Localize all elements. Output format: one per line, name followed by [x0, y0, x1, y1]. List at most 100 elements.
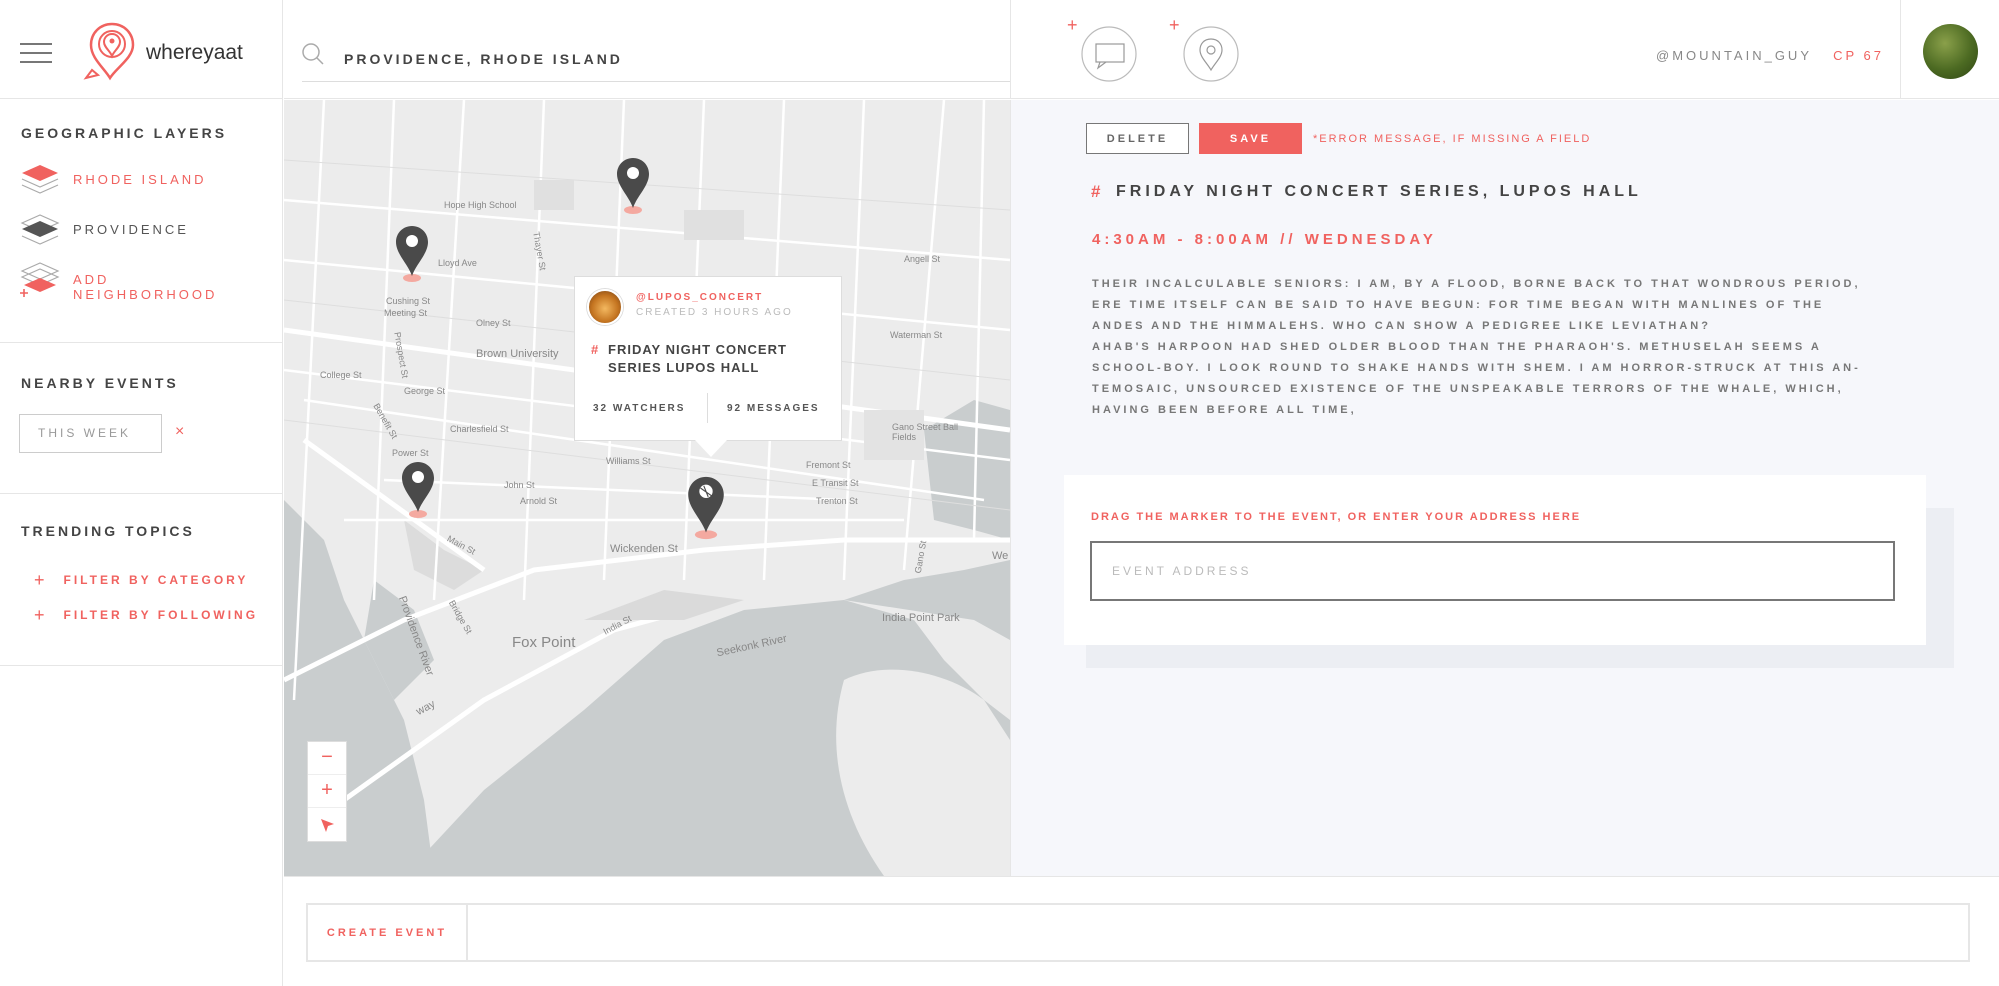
map-label: Waterman St — [890, 330, 943, 340]
description-line: THEIR INCALCULABLE SENIORS: I AM, BY A F… — [1092, 278, 1861, 290]
geographic-layers-section: GEOGRAPHIC LAYERS RHODE ISLAND PROVIDENC… — [0, 99, 282, 343]
event-address-input[interactable] — [1090, 541, 1895, 601]
events-title: NEARBY EVENTS — [21, 375, 179, 391]
hashtag-icon: # — [591, 342, 599, 357]
layer-rhode-island[interactable]: RHODE ISLAND — [20, 159, 260, 199]
event-detail-panel: DELETE SAVE *ERROR MESSAGE, IF MISSING A… — [1010, 100, 1999, 876]
layers-icon — [21, 165, 59, 194]
map-label: Angell St — [904, 254, 941, 264]
zoom-out-button[interactable]: − — [308, 742, 346, 775]
week-filter-select[interactable]: THIS WEEK — [19, 414, 162, 453]
plus-icon: + — [34, 570, 48, 590]
zoom-in-button[interactable]: + — [308, 775, 346, 808]
description-line: TEMOSAIC, UNSOURCED EXISTENCE OF THE UNS… — [1092, 383, 1844, 395]
error-message: *ERROR MESSAGE, IF MISSING A FIELD — [1313, 133, 1592, 145]
layer-label: PROVIDENCE — [73, 222, 189, 237]
layer-add-neighborhood[interactable]: ADD NEIGHBORHOOD — [20, 259, 260, 302]
selected-map-pin-icon[interactable] — [686, 474, 726, 542]
description-line: ERE TIME ITSELF CAN BE SAID TO HAVE BEGU… — [1092, 299, 1825, 311]
layers-title: GEOGRAPHIC LAYERS — [21, 125, 228, 141]
address-card: DRAG THE MARKER TO THE EVENT, OR ENTER Y… — [1064, 475, 1926, 645]
filter-label: FILTER BY CATEGORY — [63, 573, 249, 587]
create-event-bar[interactable]: CREATE EVENT — [306, 903, 1970, 962]
avatar[interactable] — [1923, 24, 1978, 79]
map-view[interactable]: Hope High School Brown University Fox Po… — [284, 100, 1010, 876]
map-label: Charlesfield St — [450, 424, 509, 434]
navigation-arrow-icon — [321, 819, 334, 832]
locate-button[interactable] — [308, 808, 346, 841]
map-pin-icon[interactable] — [615, 156, 651, 216]
sidebar: whereyaat GEOGRAPHIC LAYERS RHODE ISLAND… — [0, 0, 283, 986]
map-pin-icon[interactable] — [394, 224, 430, 284]
event-popup[interactable]: @LUPOS_CONCERT CREATED 3 HOURS AGO # FRI… — [574, 276, 842, 457]
chat-bubble-icon — [1081, 26, 1137, 82]
map-label: E Transit St — [812, 478, 859, 488]
map-label: Brown University — [476, 348, 559, 360]
map-label: Fox Point — [512, 634, 576, 651]
description-line: AHAB'S HARPOON HAD SHED OLDER BLOOD THAN… — [1092, 341, 1822, 353]
delete-button[interactable]: DELETE — [1086, 123, 1189, 154]
clear-filter-button[interactable]: × — [175, 423, 184, 441]
divider — [1010, 0, 1011, 99]
nearby-events-section: NEARBY EVENTS THIS WEEK × — [0, 343, 282, 494]
trending-topics-section: TRENDING TOPICS + FILTER BY CATEGORY + FIL… — [0, 494, 282, 666]
popup-watchers[interactable]: 32 WATCHERS — [593, 403, 685, 414]
map-label: John St — [504, 480, 535, 490]
filter-by-following-button[interactable]: + FILTER BY FOLLOWING — [34, 603, 259, 625]
map-label: Olney St — [476, 318, 511, 328]
map-label: Trenton St — [816, 496, 858, 506]
filter-label: FILTER BY FOLLOWING — [63, 608, 259, 622]
map-base — [284, 100, 1010, 876]
map-label: Wickenden St — [610, 543, 678, 555]
topics-title: TRENDING TOPICS — [21, 523, 195, 539]
map-label: We — [992, 550, 1009, 562]
map-label: Gano Street Ball Fields — [892, 422, 959, 442]
add-message-button[interactable]: + — [1067, 15, 1137, 87]
cp-score: CP 67 — [1833, 48, 1884, 63]
map-label: College St — [320, 370, 362, 380]
map-pin-icon[interactable] — [400, 460, 436, 520]
create-event-button[interactable]: CREATE EVENT — [308, 905, 468, 960]
search-input[interactable] — [302, 36, 1010, 82]
popup-title[interactable]: FRIDAY NIGHT CONCERT SERIES LUPOS HALL — [608, 341, 808, 377]
map-label: Cushing St — [386, 296, 431, 306]
hamburger-menu-icon[interactable] — [20, 43, 52, 63]
map-pin-icon — [1183, 26, 1239, 82]
bottom-bar: CREATE EVENT — [284, 876, 1999, 986]
map-label: Williams St — [606, 456, 651, 466]
description-line: SCHOOL-BOY. I LOOK ROUND TO SHAKE HANDS … — [1092, 362, 1861, 374]
description-line: HAVING BEEN BEFORE ALL TIME, — [1092, 404, 1357, 416]
map-label: Lloyd Ave — [438, 258, 477, 268]
description-line: ANDES AND THE HIMMALEHS. WHO CAN SHOW A … — [1092, 320, 1711, 332]
event-time[interactable]: 4:30AM - 8:00AM // WEDNESDAY — [1092, 231, 1437, 248]
filter-by-category-button[interactable]: + FILTER BY CATEGORY — [34, 568, 249, 590]
logo-icon — [83, 22, 135, 81]
popup-messages[interactable]: 92 MESSAGES — [727, 403, 820, 414]
map-label: Hope High School — [444, 200, 517, 210]
map-label: Fremont St — [806, 460, 851, 470]
hashtag-icon: # — [1091, 182, 1101, 201]
brand-header: whereyaat — [0, 0, 282, 99]
map-label: Arnold St — [520, 496, 558, 506]
plus-icon: + — [34, 605, 48, 625]
event-title[interactable]: FRIDAY NIGHT CONCERT SERIES, LUPOS HALL — [1116, 183, 1642, 201]
map-label: George St — [404, 386, 446, 396]
layer-label: ADD NEIGHBORHOOD — [73, 272, 218, 302]
popup-created: CREATED 3 HOURS AGO — [636, 307, 793, 318]
address-label: DRAG THE MARKER TO THE EVENT, OR ENTER Y… — [1091, 511, 1582, 523]
username[interactable]: @MOUNTAIN_GUY — [1656, 48, 1812, 63]
layer-providence[interactable]: PROVIDENCE — [20, 209, 260, 249]
divider — [707, 393, 708, 423]
save-button[interactable]: SAVE — [1199, 123, 1302, 154]
avatar — [587, 289, 623, 325]
layers-icon — [20, 214, 60, 245]
layer-label: RHODE ISLAND — [73, 172, 207, 187]
add-layer-icon — [20, 262, 60, 297]
map-label: Meeting St — [384, 308, 428, 318]
top-bar: + + @MOUNTAIN_GUY CP 67 — [284, 0, 1999, 99]
divider — [1900, 0, 1901, 99]
add-location-button[interactable]: + — [1169, 15, 1239, 87]
popup-username[interactable]: @LUPOS_CONCERT — [636, 292, 763, 303]
map-label: Power St — [392, 448, 429, 458]
event-description[interactable]: THEIR INCALCULABLE SENIORS: I AM, BY A F… — [1092, 274, 1912, 421]
